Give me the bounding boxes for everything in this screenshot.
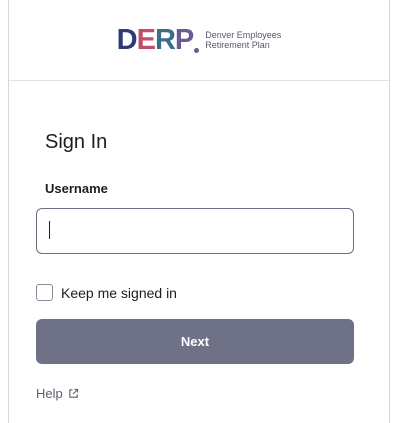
logo-mark: D E R P	[116, 23, 200, 56]
help-label[interactable]: Help	[36, 386, 63, 401]
header: D E R P Denver Employees Retirement Plan	[9, 0, 389, 81]
logo-letter-p: P	[174, 23, 194, 56]
logo-letter-d: D	[116, 23, 138, 56]
logo-dot	[194, 47, 200, 53]
next-button[interactable]: Next	[36, 319, 354, 364]
keep-signed-in-label[interactable]: Keep me signed in	[61, 285, 177, 301]
brand-name-line2: Retirement Plan	[205, 40, 270, 50]
page-title: Sign In	[45, 131, 108, 153]
derp-logo: D E R P Denver Employees Retirement Plan	[116, 23, 282, 56]
username-input[interactable]	[36, 208, 354, 254]
username-label: Username	[45, 181, 108, 196]
help-link[interactable]: Help	[36, 386, 79, 401]
logo-letter-r: R	[154, 23, 176, 56]
external-link-icon	[69, 388, 78, 398]
logo-letter-e: E	[136, 23, 156, 56]
brand-name-line1: Denver Employees	[205, 30, 282, 40]
logo-text: Denver Employees Retirement Plan	[205, 30, 281, 50]
keep-signed-in[interactable]: Keep me signed in	[36, 284, 177, 301]
text-caret	[49, 221, 50, 239]
keep-signed-in-checkbox[interactable]	[36, 284, 53, 301]
